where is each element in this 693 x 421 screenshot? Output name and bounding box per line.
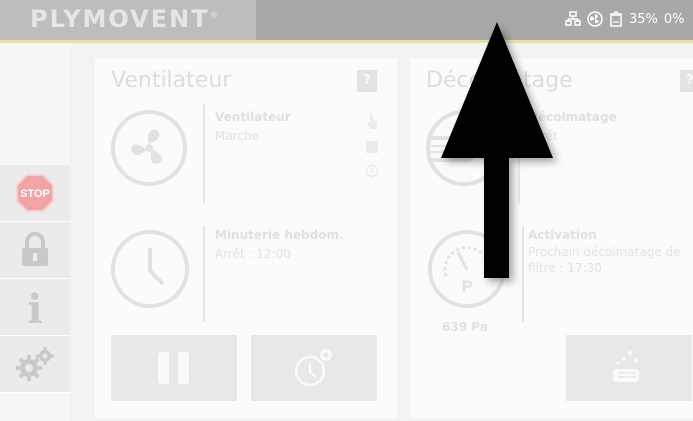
gauge-needle-icon: P	[443, 245, 491, 296]
timer-settings-button[interactable]	[251, 335, 377, 401]
cleaning-status-title: Décolmatage	[528, 110, 617, 124]
fan-status-value: Marche	[215, 129, 259, 143]
stop-icon: STOP	[16, 174, 54, 212]
cleaning-help-button[interactable]: ?	[680, 70, 693, 92]
weekly-timer-value: Arrêt : 12:00	[215, 247, 291, 261]
cleaning-status-value: Arrêt	[528, 129, 558, 143]
fan-divider	[203, 104, 205, 204]
clock-hands-icon	[148, 248, 165, 286]
info-button[interactable]: i	[0, 279, 70, 336]
svg-text:P: P	[461, 277, 473, 296]
filter-cartridge-icon	[420, 136, 474, 162]
pause-icon	[158, 352, 189, 384]
cleaning-start-icon	[613, 351, 639, 382]
timer-gear-icon	[294, 349, 332, 387]
status-area: 35% 0%	[565, 11, 685, 27]
fan-status-title: Ventilateur	[215, 110, 291, 124]
trailing-status: 0%	[663, 11, 685, 27]
fan-help-button[interactable]: ?	[357, 70, 377, 92]
timer-divider	[203, 226, 205, 322]
fan-mode-icons	[365, 115, 379, 178]
info-icon: i	[27, 287, 42, 327]
battery-percent: 35%	[629, 11, 658, 27]
fan-card: Ventilateur ? Ventilateur Marche Minuter…	[95, 58, 397, 418]
filter-bin-icon	[610, 11, 622, 27]
lock-button[interactable]	[0, 222, 70, 279]
checkbox-icon	[366, 141, 378, 153]
fan-blades-icon	[131, 129, 162, 164]
timer-clock-icon[interactable]	[111, 230, 189, 308]
network-icon	[565, 11, 581, 26]
pressure-value: 639 Pa	[442, 320, 488, 334]
fan-icon[interactable]	[111, 110, 187, 186]
pause-button[interactable]	[111, 335, 237, 401]
hand-icon	[367, 115, 377, 129]
logo: PLYMOVENT®	[30, 5, 221, 33]
svg-text:i: i	[27, 287, 42, 327]
weekly-timer-title: Minuterie hebdom.	[215, 228, 344, 242]
stop-button[interactable]: STOP	[0, 165, 70, 222]
left-navigation: STOP i	[0, 43, 70, 421]
activation-line-2: filtre : 17:30	[528, 261, 602, 275]
activation-title: Activation	[528, 228, 597, 242]
pressure-gauge-icon: P	[428, 230, 506, 308]
cleaning-card-title: Décolmatage	[426, 68, 573, 93]
logo-text: PLYMOVENT	[30, 5, 210, 33]
cleaning-divider	[518, 104, 520, 204]
logo-area: PLYMOVENT®	[0, 0, 256, 40]
cleaning-card: Décolmatage ? Décolmatage Arrêt P 639 Pa…	[410, 58, 693, 418]
fan-status-icon	[587, 11, 603, 27]
svg-text:STOP: STOP	[20, 188, 50, 200]
activation-divider	[522, 226, 524, 322]
start-cleaning-button[interactable]	[566, 335, 692, 401]
activation-line-1: Prochain décolmatage de	[528, 245, 681, 259]
registered-mark: ®	[209, 11, 221, 21]
settings-gears-icon	[16, 347, 54, 381]
fan-card-title: Ventilateur	[111, 68, 232, 93]
filter-cleaning-icon[interactable]	[420, 110, 502, 186]
lock-icon	[22, 232, 48, 266]
settings-button[interactable]	[0, 336, 70, 393]
